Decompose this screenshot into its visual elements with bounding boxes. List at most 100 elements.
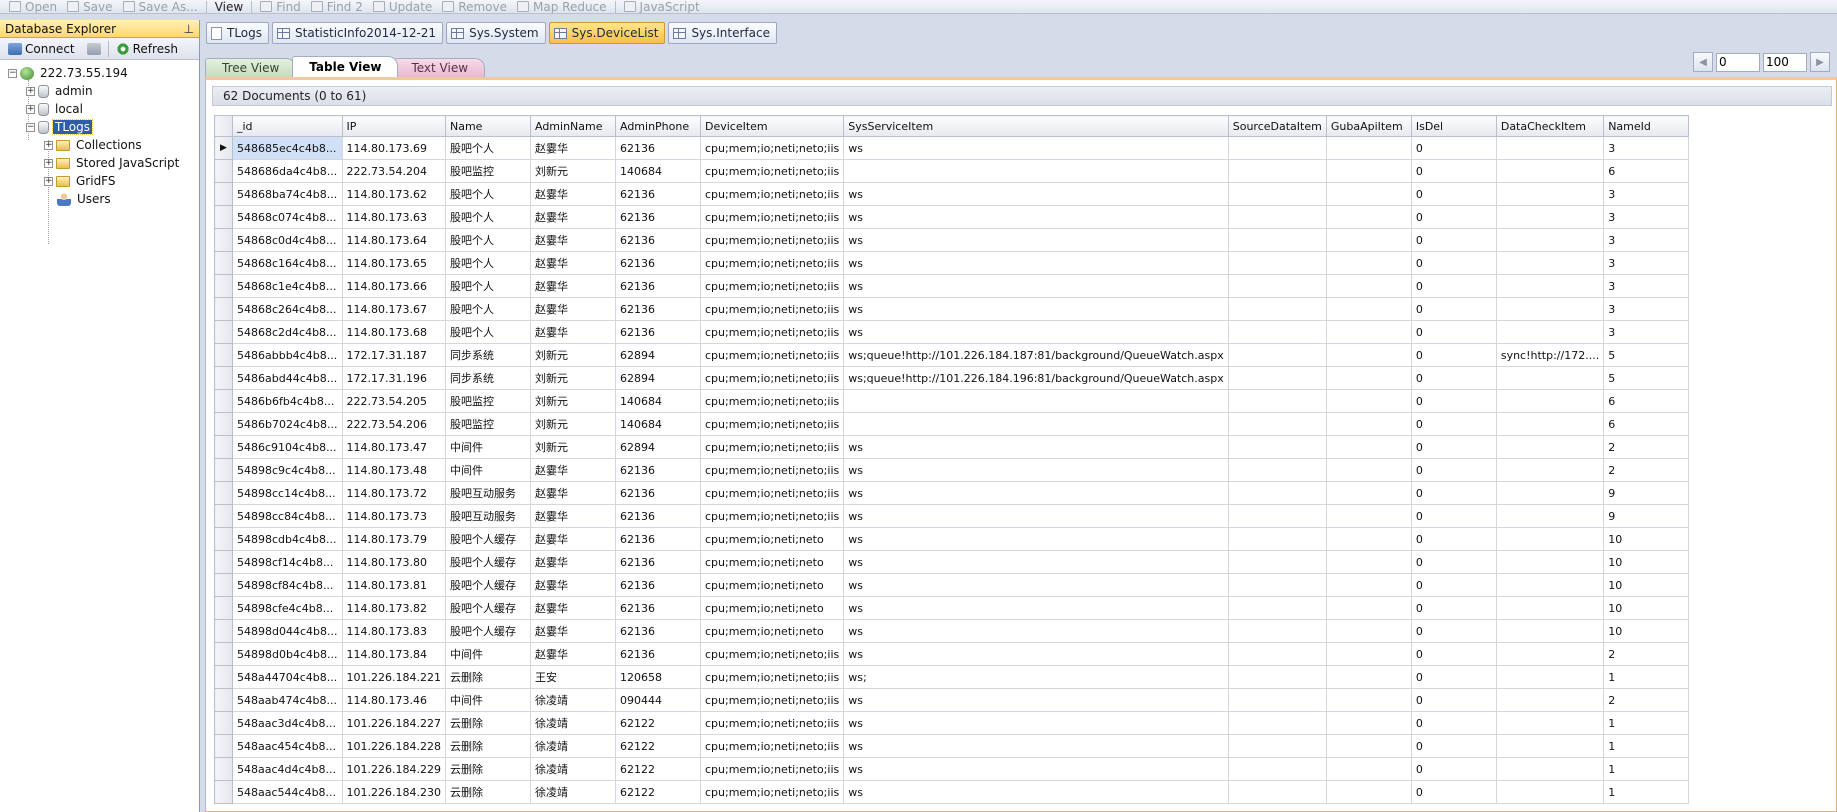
cell-datacheckitem[interactable] xyxy=(1495,665,1605,689)
cell-datacheckitem[interactable] xyxy=(1495,435,1605,459)
cell-isdel[interactable]: 0 xyxy=(1410,734,1497,758)
row-header[interactable] xyxy=(214,596,233,620)
cell-ip[interactable]: 222.73.54.206 xyxy=(341,412,446,436)
row-header[interactable] xyxy=(214,757,233,781)
cell-isdel[interactable]: 0 xyxy=(1410,228,1497,252)
cell-sysserviceitem[interactable] xyxy=(843,159,1229,183)
cell-id[interactable]: 5486b6fb4c4b8... xyxy=(232,389,343,413)
cell-adminname[interactable]: 赵霎华 xyxy=(529,481,616,505)
tree-node-admin[interactable]: + admin xyxy=(0,82,199,100)
cell-adminname[interactable]: 赵霎华 xyxy=(529,228,616,252)
cell-sourcedataitem[interactable] xyxy=(1227,550,1327,574)
cell-deviceitem[interactable]: cpu;mem;io;neti;neto;iis xyxy=(699,274,845,298)
cell-gubaapiitem[interactable] xyxy=(1325,389,1412,413)
cell-deviceitem[interactable]: cpu;mem;io;neti;neto;iis xyxy=(699,228,845,252)
cell-sysserviceitem[interactable]: ws xyxy=(843,136,1229,160)
cell-gubaapiitem[interactable] xyxy=(1325,757,1412,781)
cell-name[interactable]: 云删除 xyxy=(444,757,531,781)
column-header-datacheckitem[interactable]: DataCheckItem xyxy=(1495,115,1605,137)
cell-sourcedataitem[interactable] xyxy=(1227,136,1327,160)
cell-name[interactable]: 同步系统 xyxy=(444,366,531,390)
cell-name[interactable]: 股吧个人 xyxy=(444,320,531,344)
cell-sourcedataitem[interactable] xyxy=(1227,159,1327,183)
cell-adminphone[interactable]: 62136 xyxy=(614,205,701,229)
toolbar-find-button[interactable]: Find xyxy=(255,0,306,13)
cell-ip[interactable]: 172.17.31.196 xyxy=(341,366,446,390)
cell-deviceitem[interactable]: cpu;mem;io;neti;neto;iis xyxy=(699,734,845,758)
cell-ip[interactable]: 114.80.173.84 xyxy=(341,642,446,666)
row-header[interactable] xyxy=(214,182,233,206)
cell-gubaapiitem[interactable] xyxy=(1325,343,1412,367)
cell-deviceitem[interactable]: cpu;mem;io;neti;neto;iis xyxy=(699,251,845,275)
table-row[interactable]: 54898d044c4b8... 114.80.173.83 股吧个人缓存 赵霎华 62… xyxy=(214,619,1690,643)
row-header[interactable] xyxy=(214,159,233,183)
cell-nameid[interactable]: 6 xyxy=(1603,389,1690,413)
cell-name[interactable]: 股吧个人 xyxy=(444,297,531,321)
cell-isdel[interactable]: 0 xyxy=(1410,182,1497,206)
expand-toggle[interactable]: + xyxy=(26,86,35,96)
cell-isdel[interactable]: 0 xyxy=(1410,481,1497,505)
cell-datacheckitem[interactable] xyxy=(1495,734,1605,758)
cell-sourcedataitem[interactable] xyxy=(1227,688,1327,712)
table-row[interactable]: 54898cf84c4b8... 114.80.173.81 股吧个人缓存 赵霎华 62… xyxy=(214,573,1690,597)
cell-id[interactable]: 54898cc84c4b8... xyxy=(232,504,343,528)
cell-id[interactable]: 54868c164c4b8... xyxy=(232,251,343,275)
cell-nameid[interactable]: 1 xyxy=(1603,734,1690,758)
cell-sysserviceitem[interactable]: ws xyxy=(843,435,1229,459)
cell-sysserviceitem[interactable]: ws xyxy=(843,504,1229,528)
limit-input[interactable] xyxy=(1763,52,1807,72)
cell-ip[interactable]: 114.80.173.79 xyxy=(341,527,446,551)
cell-ip[interactable]: 114.80.173.66 xyxy=(341,274,446,298)
cell-gubaapiitem[interactable] xyxy=(1325,320,1412,344)
cell-deviceitem[interactable]: cpu;mem;io;neti;neto;iis xyxy=(699,665,845,689)
cell-sourcedataitem[interactable] xyxy=(1227,412,1327,436)
cell-gubaapiitem[interactable] xyxy=(1325,251,1412,275)
cell-deviceitem[interactable]: cpu;mem;io;neti;neto;iis xyxy=(699,205,845,229)
cell-nameid[interactable]: 2 xyxy=(1603,435,1690,459)
cell-adminname[interactable]: 王安 xyxy=(529,665,616,689)
cell-id[interactable]: 548685ec4c4b8... xyxy=(232,136,343,160)
cell-sourcedataitem[interactable] xyxy=(1227,297,1327,321)
cell-nameid[interactable]: 3 xyxy=(1603,320,1690,344)
toolbar-javascript-button[interactable]: JavaScript xyxy=(619,0,705,13)
cell-gubaapiitem[interactable] xyxy=(1325,205,1412,229)
cell-deviceitem[interactable]: cpu;mem;io;neti;neto;iis xyxy=(699,389,845,413)
cell-ip[interactable]: 114.80.173.81 xyxy=(341,573,446,597)
cell-adminname[interactable]: 赵霎华 xyxy=(529,550,616,574)
table-row[interactable]: 54898cf14c4b8... 114.80.173.80 股吧个人缓存 赵霎华 62… xyxy=(214,550,1690,574)
cell-ip[interactable]: 101.226.184.221 xyxy=(341,665,446,689)
cell-adminphone[interactable]: 140684 xyxy=(614,159,701,183)
cell-sourcedataitem[interactable] xyxy=(1227,435,1327,459)
cell-nameid[interactable]: 9 xyxy=(1603,481,1690,505)
collapse-toggle[interactable]: − xyxy=(8,68,17,78)
cell-ip[interactable]: 114.80.173.46 xyxy=(341,688,446,712)
cell-isdel[interactable]: 0 xyxy=(1410,343,1497,367)
column-header-nameid[interactable]: NameId xyxy=(1603,115,1690,137)
cell-deviceitem[interactable]: cpu;mem;io;neti;neto;iis xyxy=(699,711,845,735)
cell-id[interactable]: 54898cc14c4b8... xyxy=(232,481,343,505)
cell-adminphone[interactable]: 62136 xyxy=(614,642,701,666)
column-header-id[interactable]: _id xyxy=(232,115,343,137)
cell-adminphone[interactable]: 62136 xyxy=(614,297,701,321)
cell-adminname[interactable]: 徐凌靖 xyxy=(529,734,616,758)
cell-nameid[interactable]: 3 xyxy=(1603,228,1690,252)
cell-sysserviceitem[interactable]: ws xyxy=(843,527,1229,551)
cell-deviceitem[interactable]: cpu;mem;io;neti;neto;iis xyxy=(699,780,845,804)
table-row[interactable]: 5486b6fb4c4b8... 222.73.54.205 股吧监控 刘新元 1406… xyxy=(214,389,1690,413)
cell-gubaapiitem[interactable] xyxy=(1325,780,1412,804)
table-row[interactable]: 5486abbb4c4b8... 172.17.31.187 同步系统 刘新元 6289… xyxy=(214,343,1690,367)
cell-id[interactable]: 54898cf84c4b8... xyxy=(232,573,343,597)
cell-nameid[interactable]: 5 xyxy=(1603,366,1690,390)
cell-isdel[interactable]: 0 xyxy=(1410,711,1497,735)
toolbar-save-button[interactable]: Save xyxy=(62,0,117,13)
cell-id[interactable]: 548aac544c4b8... xyxy=(232,780,343,804)
tree-node-collections[interactable]: + Collections xyxy=(0,136,199,154)
cell-sourcedataitem[interactable] xyxy=(1227,343,1327,367)
cell-name[interactable]: 股吧互动服务 xyxy=(444,504,531,528)
cell-sourcedataitem[interactable] xyxy=(1227,527,1327,551)
cell-adminname[interactable]: 赵霎华 xyxy=(529,320,616,344)
cell-nameid[interactable]: 2 xyxy=(1603,642,1690,666)
cell-adminname[interactable]: 赵霎华 xyxy=(529,596,616,620)
tree-node-users[interactable]: Users xyxy=(0,190,199,208)
cell-datacheckitem[interactable] xyxy=(1495,688,1605,712)
